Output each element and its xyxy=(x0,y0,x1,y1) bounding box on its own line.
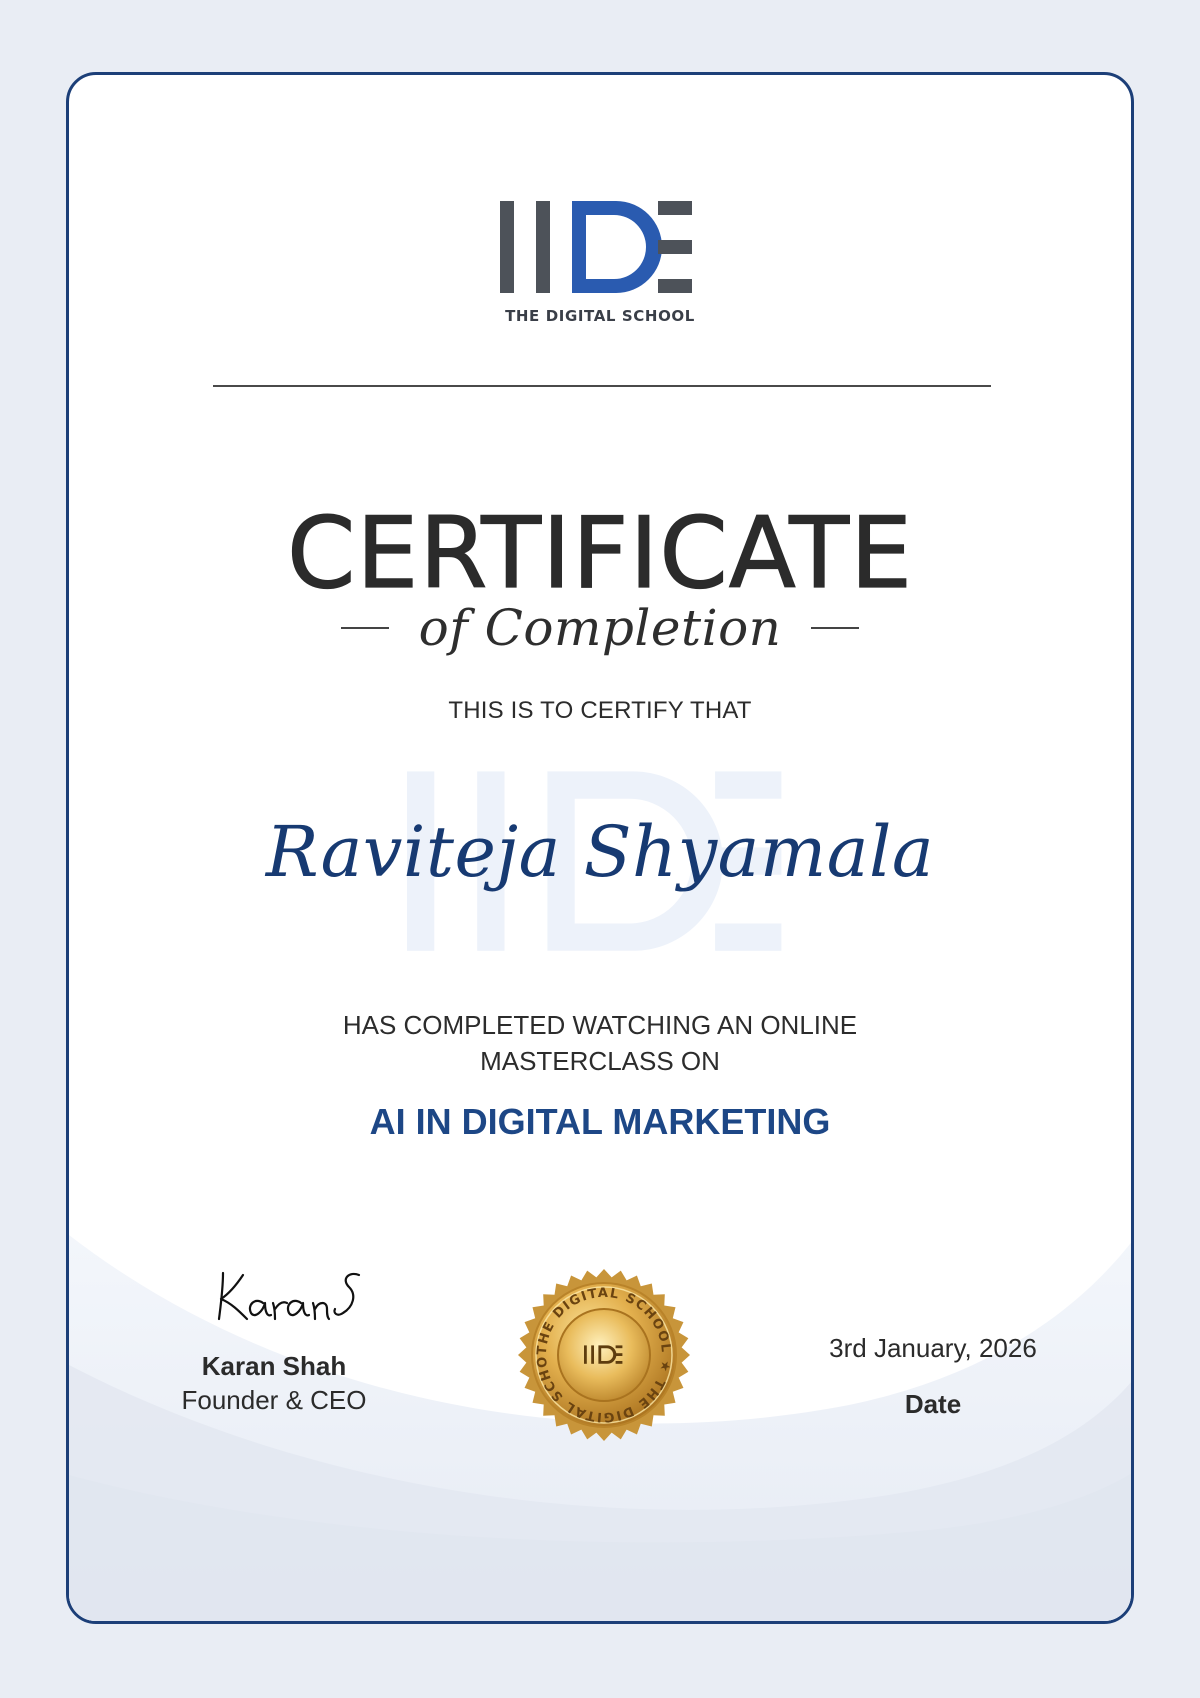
gold-seal-badge: THE DIGITAL SCHOOL ★ THE DIGITAL SCHOOL … xyxy=(514,1265,690,1441)
signer-name: Karan Shah xyxy=(201,1351,347,1381)
signature-image xyxy=(217,1271,361,1321)
date-label: Date xyxy=(904,1389,962,1419)
iide-logo-mark xyxy=(500,201,692,293)
completion-line-2: MASTERCLASS ON xyxy=(480,1046,720,1076)
certify-line: THIS IS TO CERTIFY THAT xyxy=(448,697,752,724)
course-title: AI IN DIGITAL MARKETING xyxy=(369,1101,831,1142)
subtitle-row: of Completion xyxy=(69,599,1131,657)
subtitle-dash-left xyxy=(340,627,389,629)
certificate-title: CERTIFICATE xyxy=(286,496,913,611)
header-divider xyxy=(213,385,991,387)
completion-statement: HAS COMPLETED WATCHING AN ONLINE MASTERC… xyxy=(69,1007,1131,1079)
signer-role: Founder & CEO xyxy=(181,1385,367,1415)
certificate-subtitle: of Completion xyxy=(418,599,782,657)
completion-line-1: HAS COMPLETED WATCHING AN ONLINE xyxy=(342,1010,858,1040)
certificate-page: THE DIGITAL SCHOOL CERTIFICATE of Comple… xyxy=(0,0,1200,1698)
iide-logo: THE DIGITAL SCHOOL xyxy=(69,199,1131,325)
certificate-card: THE DIGITAL SCHOOL CERTIFICATE of Comple… xyxy=(66,72,1134,1624)
subtitle-dash-right xyxy=(811,627,860,629)
logo-tagline: THE DIGITAL SCHOOL xyxy=(505,307,695,325)
recipient-name: Raviteja Shyamala xyxy=(265,811,935,893)
issue-date: 3rd January, 2026 xyxy=(829,1333,1037,1363)
